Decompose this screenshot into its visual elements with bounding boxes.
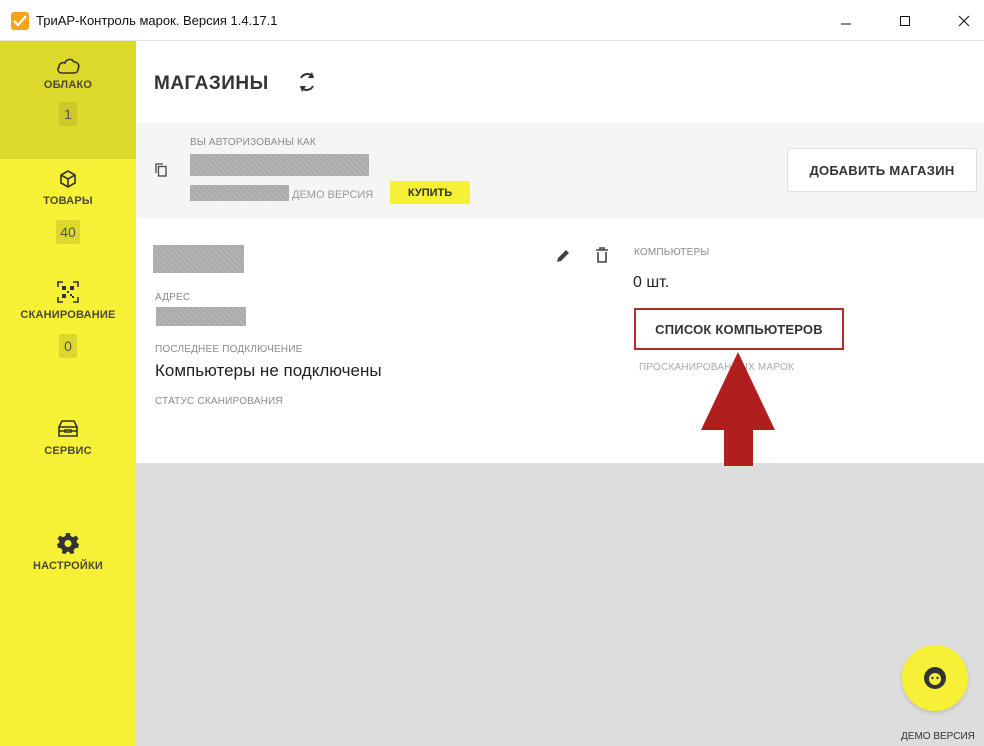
support-fab-button[interactable] [902,645,968,711]
address-label: АДРЕС [155,292,191,303]
sidebar-item-cloud[interactable]: ОБЛАКО 1 [0,41,136,159]
computers-list-button[interactable]: СПИСОК КОМПЬЮТЕРОВ [634,308,844,350]
last-connection-label: ПОСЛЕДНЕЕ ПОДКЛЮЧЕНИЕ [155,344,303,355]
scan-status-label: СТАТУС СКАНИРОВАНИЯ [155,396,283,407]
copy-icon[interactable] [155,163,167,177]
sidebar-item-goods[interactable]: ТОВАРЫ 40 [0,169,136,244]
count-badge: 0 [59,334,77,358]
empty-content-area [136,463,984,746]
window-title: ТриАР-Контроль марок. Версия 1.4.17.1 [36,13,278,28]
add-store-button[interactable]: ДОБАВИТЬ МАГАЗИН [787,148,977,192]
buy-button[interactable]: КУПИТЬ [390,181,470,204]
support-agent-icon [924,667,946,689]
page-header: МАГАЗИНЫ [136,41,984,119]
page-title: МАГАЗИНЫ [154,73,269,94]
app-logo-icon [11,12,29,30]
minimize-button[interactable] [823,0,869,41]
sidebar-item-label: СКАНИРОВАНИЕ [20,309,116,321]
store-card: АДРЕС ПОСЛЕДНЕЕ ПОДКЛЮЧЕНИЕ Компьютеры н… [136,222,984,463]
count-badge: 40 [56,220,80,244]
edit-icon[interactable] [555,248,571,264]
redacted-store-name [153,245,244,273]
cloud-icon [57,58,80,74]
count-badge: 1 [59,102,77,126]
sidebar-item-service[interactable]: СЕРВИС [0,419,136,457]
computers-count: 0 шт. [633,274,670,291]
sidebar-item-label: ТОВАРЫ [43,195,93,207]
computers-label: КОМПЬЮТЕРЫ [634,247,710,258]
maximize-button[interactable] [882,0,928,41]
sync-icon[interactable] [296,70,318,94]
redacted-address [156,307,246,326]
sidebar-item-label: СЕРВИС [44,445,92,457]
auth-label: ВЫ АВТОРИЗОВАНЫ КАК [190,137,316,148]
account-panel: ВЫ АВТОРИЗОВАНЫ КАК ДЕМО ВЕРСИЯ КУПИТЬ Д… [136,122,984,218]
sidebar-item-settings[interactable]: НАСТРОЙКИ [0,532,136,572]
service-icon [58,420,78,437]
sidebar-item-scanning[interactable]: СКАНИРОВАНИЕ 0 [0,281,136,358]
qr-scan-icon [57,281,79,303]
redacted-account-name [190,154,369,176]
gear-icon [57,533,79,554]
fab-demo-label: ДЕМО ВЕРСИЯ [901,731,975,742]
box-icon [60,170,76,188]
delete-icon[interactable] [595,247,609,264]
title-bar: ТриАР-Контроль марок. Версия 1.4.17.1 [0,0,984,41]
redacted-account-id [190,185,289,201]
sidebar-item-label: ОБЛАКО [43,79,93,91]
sidebar-item-label: НАСТРОЙКИ [32,560,104,572]
annotation-arrow-icon [701,352,775,466]
sidebar: ОБЛАКО 1 ТОВАРЫ 40 СКАНИРОВАНИЕ 0 СЕРВИС… [0,41,136,746]
close-button[interactable] [941,0,984,41]
demo-version-label: ДЕМО ВЕРСИЯ [292,189,374,201]
last-connection-value: Компьютеры не подключены [155,361,382,380]
